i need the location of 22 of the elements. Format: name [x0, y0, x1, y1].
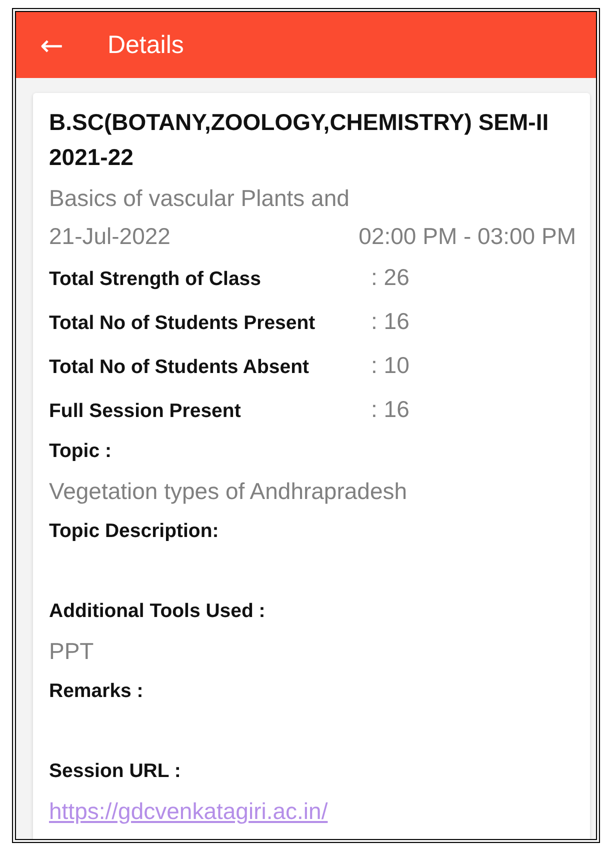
date-text: 21-Jul-2022: [49, 222, 170, 251]
session-link[interactable]: https://gdcvenkatagiri.ac.in/: [49, 798, 328, 824]
stat-label: Full Session Present: [49, 399, 242, 424]
screen-title: Details: [107, 30, 184, 60]
course-title: B.SC(BOTANY,ZOOLOGY,CHEMISTRY) SEM-II 2021-22: [49, 108, 550, 172]
field-label: Topic :: [49, 439, 112, 464]
time-text: 02:00 PM - 03:00 PM: [358, 222, 576, 251]
stat-label: Total Strength of Class: [49, 267, 262, 292]
stat-label: Total No of Students Absent: [49, 355, 310, 380]
back-button[interactable]: ←: [16, 28, 64, 62]
subject-text: Basics of vascular Plants and: [49, 184, 350, 213]
stat-label: Total No of Students Present: [49, 311, 316, 336]
field-value: PPT: [49, 637, 95, 666]
stat-value: : 10: [371, 351, 410, 380]
field-label: Additional Tools Used :: [49, 599, 266, 624]
stat-value: : 16: [371, 395, 410, 424]
field-label: Session URL :: [49, 759, 182, 784]
field-value: Vegetation types of Andhrapradesh: [49, 477, 408, 506]
field-label: Remarks :: [49, 679, 144, 704]
stat-value: : 26: [371, 263, 410, 292]
field-label: Topic Description:: [49, 519, 220, 544]
stat-value: : 16: [371, 307, 410, 336]
